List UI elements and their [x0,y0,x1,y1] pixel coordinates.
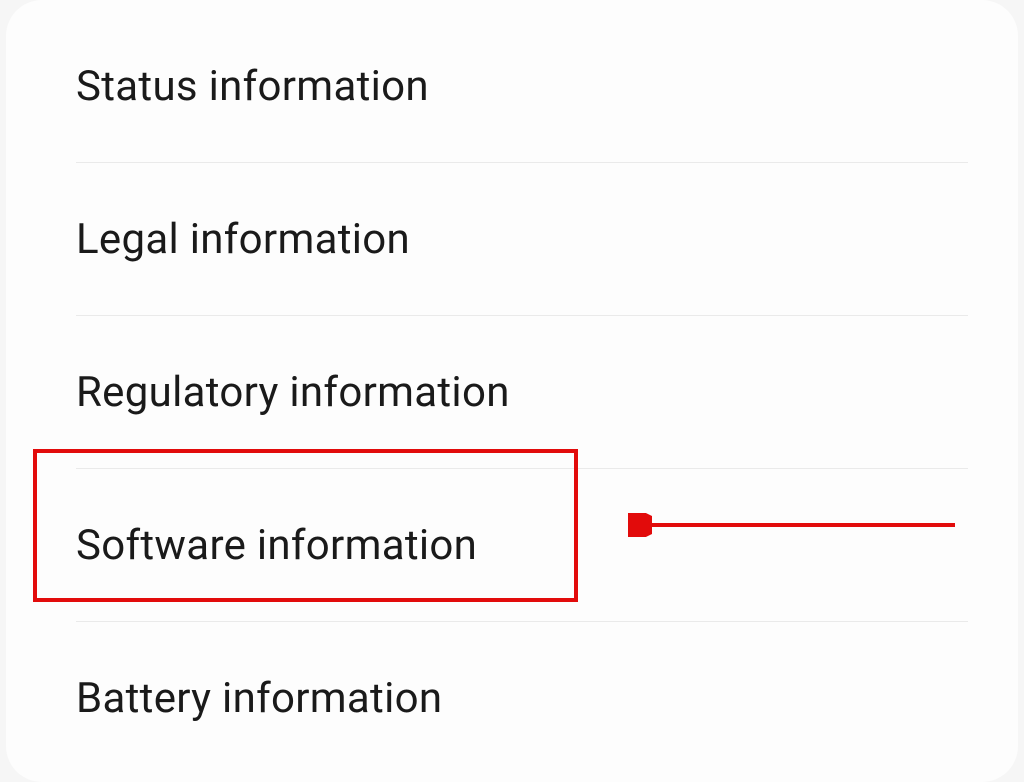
list-item-label: Battery information [76,674,442,723]
list-item-software-information[interactable]: Software information [6,469,1018,622]
list-item-label: Legal information [76,215,410,264]
list-item-legal-information[interactable]: Legal information [6,163,1018,316]
list-item-label: Software information [76,521,477,570]
settings-list-card: Status information Legal information Reg… [6,0,1018,782]
list-item-regulatory-information[interactable]: Regulatory information [6,316,1018,469]
list-item-battery-information[interactable]: Battery information [6,622,1018,775]
list-item-status-information[interactable]: Status information [6,10,1018,163]
list-item-label: Regulatory information [76,368,510,417]
list-item-label: Status information [76,62,429,111]
